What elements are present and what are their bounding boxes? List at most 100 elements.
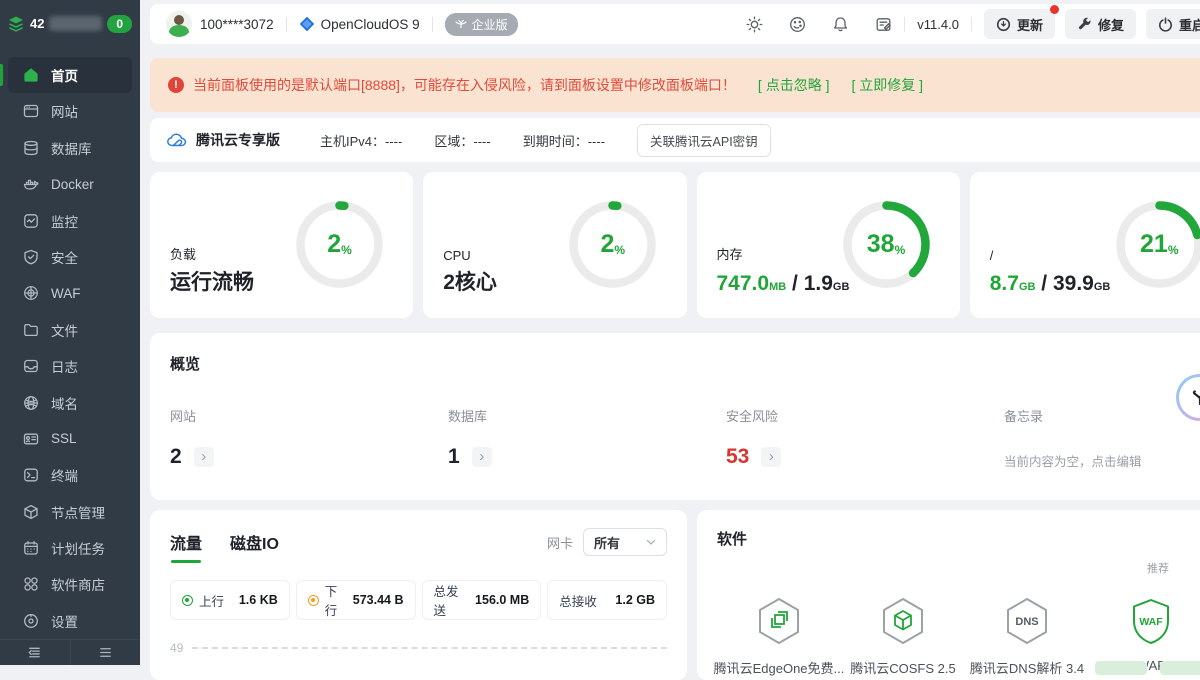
disk-mount-label: /: [990, 248, 994, 263]
os-name: OpenCloudOS 9: [321, 17, 420, 32]
databases-chevron-button[interactable]: ›: [472, 447, 492, 467]
divider: [286, 17, 287, 32]
sidebar-item-label: 监控: [51, 211, 78, 231]
sidebar-item-label: 终端: [51, 465, 78, 485]
sidebar-item-security[interactable]: 安全: [8, 239, 132, 275]
sidebar-item-cron[interactable]: 计划任务: [8, 530, 132, 566]
y-axis-tick: 49: [170, 641, 183, 655]
software-item-dns[interactable]: DNS 腾讯云DNS解析 3.4: [965, 597, 1089, 677]
memory-gauge: 38%: [839, 197, 934, 292]
overview-card: 概览 网站 2 › 数据库 1 › 安全风险 53 ›: [150, 333, 1200, 500]
disk-stat-card[interactable]: / 8.7GB / 39.9GB 21%: [970, 172, 1200, 318]
cpu-stat-card[interactable]: CPU 2核心 2%: [423, 172, 686, 318]
load-status: 运行流畅: [170, 266, 254, 296]
sidebar-item-waf[interactable]: WAF: [8, 275, 132, 311]
nic-label: 网卡: [547, 533, 573, 552]
total-sent-stat: 总发送 156.0 MB: [422, 580, 542, 620]
username[interactable]: 100****3072: [200, 17, 274, 32]
sidebar-item-docker[interactable]: Docker: [8, 166, 132, 202]
install-button-partial[interactable]: [1095, 661, 1147, 675]
home-icon: [23, 67, 39, 83]
overview-memo: 备忘录 当前内容为空，点击编辑: [1004, 406, 1200, 470]
folder-icon: [23, 322, 39, 338]
sidebar-item-label: 日志: [51, 356, 78, 376]
disk-gauge: 21%: [1112, 197, 1200, 292]
user-avatar[interactable]: [166, 11, 192, 37]
collapse-sidebar-button[interactable]: [0, 640, 70, 665]
repair-button[interactable]: 修复: [1065, 9, 1136, 39]
overview-title: 概览: [170, 353, 1200, 374]
topbar: 100****3072 OpenCloudOS 9 企业版: [150, 4, 1200, 44]
memory-stat-card[interactable]: 内存 747.0MB / 1.9GB 38%: [697, 172, 960, 318]
divider: [432, 17, 433, 32]
region-field: 区域：----: [434, 131, 490, 150]
databases-count: 1: [448, 445, 460, 469]
sites-count: 2: [170, 445, 182, 469]
ai-assistant-icon: [1179, 377, 1200, 418]
overview-databases: 数据库 1 ›: [448, 406, 726, 470]
sidebar-footer: [0, 639, 140, 665]
software-item-edgeone[interactable]: 腾讯云EdgeOne免费...: [717, 597, 841, 677]
software-card: 软件 推荐 腾讯云EdgeOne免费... 腾讯云COSFS 2.5: [697, 510, 1200, 680]
install-button-partial[interactable]: [1160, 661, 1200, 675]
sidebar-item-home[interactable]: 首页: [8, 57, 132, 93]
server-name-redacted: [49, 16, 102, 31]
overview-security-risks: 安全风险 53 ›: [726, 406, 1004, 470]
changelog-note-icon[interactable]: [875, 16, 892, 33]
gridline: [192, 647, 667, 649]
sidebar-item-website[interactable]: 网站: [8, 93, 132, 129]
fix-now-link[interactable]: [ 立即修复 ]: [851, 75, 923, 95]
palette-skin-icon[interactable]: [789, 16, 806, 33]
notification-bell-icon[interactable]: [832, 16, 849, 33]
sidebar-item-monitor[interactable]: 监控: [8, 202, 132, 238]
sidebar-item-terminal[interactable]: 终端: [8, 457, 132, 493]
wrench-icon: [1077, 17, 1092, 32]
stat-cards-row: 负载 运行流畅 2% CPU 2核心 2% 内存: [150, 172, 1200, 318]
terminal-icon: [23, 467, 39, 483]
sidebar-item-database[interactable]: 数据库: [8, 130, 132, 166]
restart-button[interactable]: 重启: [1146, 9, 1200, 39]
update-button[interactable]: 更新: [984, 9, 1055, 39]
memo-placeholder[interactable]: 当前内容为空，点击编辑: [1004, 451, 1200, 470]
sidebar-item-settings[interactable]: 设置: [8, 603, 132, 639]
certificate-icon: [23, 431, 39, 447]
main-area: 100****3072 OpenCloudOS 9 企业版: [140, 0, 1200, 665]
wing-icon: [455, 18, 467, 30]
sidebar-item-label: 首页: [51, 65, 78, 85]
sidebar-item-nodes[interactable]: 节点管理: [8, 494, 132, 530]
dns-hexagon-icon: DNS: [1004, 597, 1050, 645]
security-risk-chevron-button[interactable]: ›: [761, 447, 781, 467]
update-icon: [996, 17, 1011, 32]
tab-disk-io[interactable]: 磁盘IO: [230, 530, 279, 554]
message-count-badge[interactable]: 0: [107, 15, 132, 33]
software-title: 软件: [717, 528, 1200, 549]
database-icon: [23, 140, 39, 156]
tencent-cloud-bar: 腾讯云专享版 主机IPv4：---- 区域：---- 到期时间：---- 关联腾…: [150, 118, 1200, 162]
sidebar-item-domain[interactable]: 域名: [8, 384, 132, 420]
sidebar-item-label: 网站: [51, 101, 78, 121]
svg-text:WAF: WAF: [1139, 616, 1163, 628]
tab-traffic[interactable]: 流量: [170, 530, 202, 554]
sidebar-item-logs[interactable]: 日志: [8, 348, 132, 384]
docker-icon: [23, 176, 39, 192]
sidebar-item-ssl[interactable]: SSL: [8, 421, 132, 457]
ignore-link[interactable]: [ 点击忽略 ]: [758, 75, 830, 95]
sidebar-item-label: 数据库: [51, 138, 92, 158]
warning-icon: !: [168, 77, 184, 93]
load-stat-card[interactable]: 负载 运行流畅 2%: [150, 172, 413, 318]
sidebar-item-label: WAF: [51, 286, 81, 301]
sidebar-item-label: 计划任务: [51, 538, 105, 558]
sidebar-menu: 首页 网站 数据库 Docker 监控: [0, 48, 140, 639]
software-item-cosfs[interactable]: 腾讯云COSFS 2.5: [841, 597, 965, 677]
settings-icon: [23, 613, 39, 629]
sidebar-item-appstore[interactable]: 软件商店: [8, 566, 132, 602]
nic-select-dropdown[interactable]: 所有: [583, 528, 667, 556]
upstream-stat: 上行 1.6 KB: [170, 580, 290, 620]
brightness-theme-icon[interactable]: [746, 16, 763, 33]
sites-chevron-button[interactable]: ›: [194, 447, 214, 467]
load-gauge: 2%: [292, 197, 387, 292]
menu-list-button[interactable]: [70, 640, 141, 665]
sidebar-item-files[interactable]: 文件: [8, 312, 132, 348]
bind-api-key-button[interactable]: 关联腾讯云API密钥: [637, 124, 771, 157]
cpu-cores: 2核心: [443, 266, 497, 296]
